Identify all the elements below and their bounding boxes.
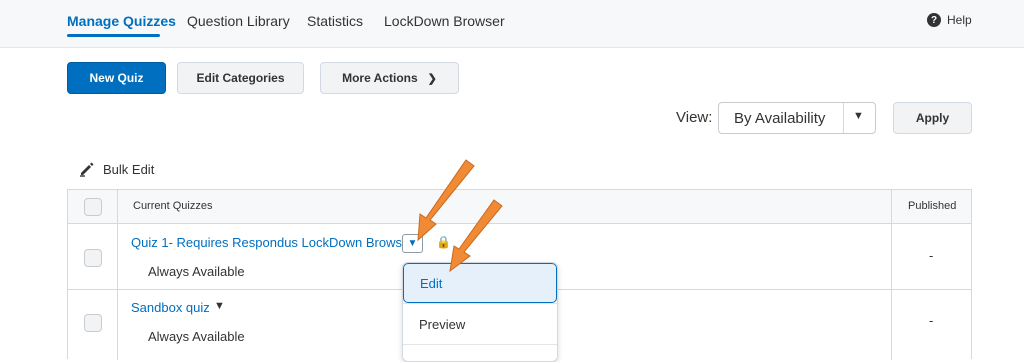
- edit-categories-label: Edit Categories: [196, 71, 285, 85]
- menu-item-edit[interactable]: Edit: [403, 263, 557, 303]
- pencil-icon: [80, 162, 94, 177]
- chevron-down-icon: ▼: [407, 238, 418, 249]
- select-divider: [843, 103, 844, 133]
- bulk-edit-button[interactable]: Bulk Edit: [79, 161, 154, 177]
- row-checkbox[interactable]: [84, 314, 102, 332]
- view-select[interactable]: By Availability ▼: [718, 102, 876, 134]
- menu-item-preview-label: Preview: [419, 316, 466, 332]
- column-divider: [891, 190, 892, 360]
- tab-lockdown-browser[interactable]: LockDown Browser: [384, 13, 505, 29]
- tab-statistics[interactable]: Statistics: [307, 13, 363, 29]
- chevron-down-icon: ❯: [427, 72, 437, 85]
- published-value: -: [929, 248, 934, 263]
- top-navigation-bar: Manage Quizzes Question Library Statisti…: [0, 0, 1024, 48]
- menu-item-preview[interactable]: Preview: [403, 304, 557, 344]
- quiz-context-menu-button[interactable]: ▼: [402, 234, 423, 253]
- chevron-down-icon: ▼: [853, 110, 864, 122]
- menu-divider: [403, 344, 557, 345]
- quiz-availability: Always Available: [148, 264, 245, 279]
- apply-button[interactable]: Apply: [893, 102, 972, 134]
- new-quiz-button[interactable]: New Quiz: [67, 62, 166, 94]
- active-tab-indicator: [67, 34, 160, 37]
- tab-manage-quizzes[interactable]: Manage Quizzes: [67, 13, 176, 29]
- more-actions-label: More Actions: [342, 71, 418, 85]
- lock-icon: 🔒: [436, 235, 451, 249]
- edit-categories-button[interactable]: Edit Categories: [177, 62, 304, 94]
- row-checkbox[interactable]: [84, 249, 102, 267]
- new-quiz-label: New Quiz: [89, 71, 144, 85]
- tab-question-library[interactable]: Question Library: [187, 13, 290, 29]
- header-current-quizzes: Current Quizzes: [133, 200, 213, 212]
- apply-label: Apply: [915, 111, 950, 125]
- help-label: Help: [947, 13, 972, 27]
- view-select-value: By Availability: [734, 110, 826, 127]
- quiz-title-link[interactable]: Sandbox quiz: [131, 300, 210, 315]
- published-value: -: [929, 313, 934, 328]
- quiz-context-menu: Edit Preview: [402, 262, 558, 362]
- column-divider: [117, 190, 118, 360]
- menu-item-edit-label: Edit: [420, 275, 443, 291]
- header-published: Published: [908, 200, 957, 212]
- select-all-checkbox[interactable]: [84, 198, 102, 216]
- chevron-down-icon[interactable]: ▼: [214, 300, 225, 312]
- help-circle-icon: ?: [927, 13, 941, 27]
- help-link[interactable]: ? Help: [927, 13, 972, 27]
- more-actions-button[interactable]: More Actions ❯: [320, 62, 459, 94]
- view-label: View:: [676, 109, 713, 126]
- quiz-availability: Always Available: [148, 329, 245, 344]
- bulk-edit-label: Bulk Edit: [103, 161, 155, 177]
- quiz-title-link[interactable]: Quiz 1- Requires Respondus LockDown Brow…: [131, 235, 414, 250]
